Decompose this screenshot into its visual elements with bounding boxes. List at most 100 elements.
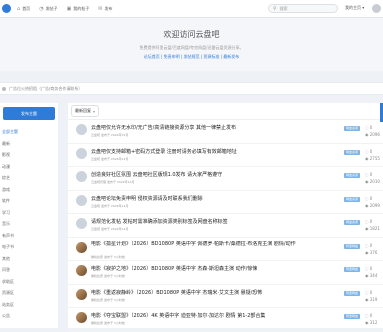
topic-title[interactable]: 电影《夺宝联盟》（2026）4K 英语中字 迪亚特·加尔·加达尔 剧情 第1-2… xyxy=(91,312,341,319)
view-count: ◉ 2099 xyxy=(365,202,380,208)
topic-meta: 撒哈拉男 发布于 3小时前 xyxy=(91,297,125,302)
sidebar-item[interactable]: 求助区 xyxy=(0,276,58,288)
sort-dropdown[interactable]: 最新回复 ▾ xyxy=(71,105,100,117)
sidebar-item[interactable]: 最新 xyxy=(0,138,58,150)
mail-icon: ✉ xyxy=(98,5,103,12)
topic-title[interactable]: 云盘吧仅允许无水印/无广告/高清链接资源分享 其他一律禁止发布 xyxy=(91,124,341,131)
avatar[interactable] xyxy=(76,124,87,135)
category-badge[interactable]: 网盘资源 xyxy=(344,220,360,225)
category-badge[interactable]: 网盘资源 xyxy=(344,126,360,131)
hero-banner: 欢迎访问云盘吧 免费提供阿里云盘/百度网盘/夸克网盘/迅雷云盘资源分享。 论坛首… xyxy=(0,18,383,71)
user-avatar[interactable] xyxy=(372,4,381,13)
category-badge[interactable]: 网盘资源 xyxy=(344,196,360,202)
view-count-value: 319 xyxy=(369,296,378,302)
ad-icon xyxy=(2,86,6,91)
sidebar: 发布主题 全部主题 最新 影视 动漫 综艺 游戏 软件 学习 音乐 有声书 电子书 其他 问答 求助区 资源… xyxy=(0,103,58,328)
avatar[interactable] xyxy=(76,194,87,206)
view-count-value: 2755 xyxy=(369,155,380,161)
sidebar-item[interactable]: 电子书 xyxy=(0,241,58,253)
reply-count-value: 0 xyxy=(369,242,373,248)
view-count: ◉ 2096 xyxy=(365,132,380,137)
view-count-value: 1821 xyxy=(369,226,380,231)
view-count-value: 344 xyxy=(369,273,378,278)
reply-count-value: 0 xyxy=(369,266,373,271)
topic-row[interactable]: 云盘吧论坛免责申明 侵权资源请及时联系我们删除 云盘吧 发布于 2024年12月 网… xyxy=(68,191,383,214)
avatar[interactable] xyxy=(76,312,87,323)
topic-title[interactable]: 请规范化发帖 发帖时需准确添加资源类别标签及网盘名称标签 xyxy=(91,218,341,225)
sidebar-item[interactable]: 动漫 xyxy=(0,161,58,173)
reply-count: ◌ 0 xyxy=(365,289,373,295)
topic-title[interactable]: 云盘吧仅支持邮箱+密码方式登录 注册时请务必填写有效邮箱地址 xyxy=(91,148,341,155)
topic-row[interactable]: 电影《孤星计划》（2026）BD1080P 英语中字 佩德罗·帕斯卡/桑德拉·布… xyxy=(68,238,383,261)
category-badge[interactable]: 阿里网盘 xyxy=(344,267,360,272)
topic-row[interactable]: 请规范化发帖 发帖时需准确添加资源类别标签及网盘名称标签 云盘吧 发布于 2024… xyxy=(68,214,383,238)
nav-item-home[interactable]: ⌂ 首页 xyxy=(17,6,30,12)
view-count: ◉ 1821 xyxy=(365,226,380,231)
avatar[interactable] xyxy=(76,218,87,229)
sidebar-item[interactable]: 其他 xyxy=(0,253,58,265)
topic-row[interactable]: 创造良好社区氛围 云盘吧社区版规1.0发布 请大家严格遵守 云盘吧管理 发布于 2… xyxy=(68,167,383,191)
sidebar-item[interactable]: 公告 xyxy=(0,310,58,322)
sidebar-item[interactable]: 有声书 xyxy=(0,230,58,242)
avatar[interactable] xyxy=(76,288,87,300)
topic-title[interactable]: 电影《孤星计划》（2026）BD1080P 英语中字 佩德罗·帕斯卡/桑德拉·布… xyxy=(91,241,341,248)
bag-icon: ▣ xyxy=(66,5,72,12)
sidebar-item[interactable]: 影视 xyxy=(0,149,58,161)
category-badge[interactable]: 网盘资源 xyxy=(344,173,360,178)
topic-list: 最新回复 ▾ 云盘吧仅允许无水印/无广告/高清链接资源分享 其他一律禁止发布 云盘吧… xyxy=(68,103,383,332)
sidebar-item[interactable]: 综艺 xyxy=(0,172,58,184)
sidebar-item[interactable]: 软件 xyxy=(0,195,58,207)
reply-count: ◌ 0 xyxy=(365,195,373,201)
view-count-value: 2010 xyxy=(369,179,380,184)
sidebar-item[interactable]: 资源区 xyxy=(0,287,58,299)
sidebar-item[interactable]: 问答 xyxy=(0,264,58,276)
topic-title[interactable]: 电影《重返寂静岭》（2026）BD1080P 英语中字 杰瑞米·艾文主演 悬疑/… xyxy=(91,289,341,296)
category-badge[interactable]: 网盘资源 xyxy=(344,149,360,155)
nav-item-my-posts[interactable]: ▣ 我的帖子 xyxy=(67,6,90,12)
search-input[interactable]: ⚲ 搜索 xyxy=(268,4,338,13)
avatar[interactable] xyxy=(76,265,87,276)
nav-label: 发帖子 xyxy=(45,5,58,11)
avatar[interactable] xyxy=(76,241,87,253)
topic-row[interactable]: 电影《寂护之地》（2026）BD1080P 英语中字 杰森·斯坦森主演 动作/惊… xyxy=(68,261,383,285)
avatar[interactable] xyxy=(76,171,87,182)
view-count: ◉ 2755 xyxy=(365,155,380,161)
category-badge[interactable]: 阿里网盘 xyxy=(344,314,360,319)
site-logo[interactable] xyxy=(2,4,11,13)
view-count-value: 2099 xyxy=(369,202,380,208)
category-badge[interactable]: 阿里网盘 xyxy=(344,290,360,296)
post-topic-button[interactable]: 发布主题 xyxy=(3,107,55,120)
hero-links[interactable]: 论坛首页 | 免责申明 | 发帖规范 | 资源标准 | 最新发布 xyxy=(0,54,383,60)
sidebar-item[interactable]: 游戏 xyxy=(0,184,58,196)
topic-meta: 云盘吧 发布于 2024年12月 xyxy=(91,227,129,231)
reply-count-value: 0 xyxy=(369,148,373,154)
topic-row[interactable]: 云盘吧仅支持邮箱+密码方式登录 注册时请务必填写有效邮箱地址 云盘吧 发布于 20… xyxy=(68,144,383,167)
topic-row[interactable]: 云盘吧仅允许无水印/无广告/高清链接资源分享 其他一律禁止发布 云盘吧 发布于 2… xyxy=(68,120,383,144)
topic-title[interactable]: 云盘吧论坛免责申明 侵权资源请及时联系我们删除 xyxy=(91,195,341,202)
reply-count: ◌ 0 xyxy=(365,148,373,154)
ad-banner[interactable]: 广告位火热招租（广告/商务合作请联系） xyxy=(0,82,383,95)
view-count-value: 2096 xyxy=(369,132,380,137)
nav-item-publish[interactable]: ✉ 发布 xyxy=(98,6,112,12)
topic-meta: 云盘吧 发布于 2024年12月 xyxy=(91,156,129,161)
chevron-down-icon: ▾ xyxy=(93,108,96,114)
topic-meta: 撒哈拉男 发布于 3小时前 xyxy=(91,274,125,278)
sidebar-item[interactable]: 音乐 xyxy=(0,218,58,230)
sidebar-list: 全部主题 最新 影视 动漫 综艺 游戏 软件 学习 音乐 有声书 电子书 其他 问答 求助区 资源区 站务区公… xyxy=(0,126,58,322)
sidebar-item[interactable]: 站务区 xyxy=(0,299,58,311)
topic-meta: 撒哈拉男 发布于 3小时前 xyxy=(91,321,125,325)
nav-item-post[interactable]: ◔ 发帖子 xyxy=(39,6,57,12)
reply-count-value: 0 xyxy=(369,289,373,295)
top-nav-bar: ⌂ 首页 ◔ 发帖子 ▣ 我的帖子 ✉ 发布 ⚲ 搜索 我的主页 ▾ xyxy=(0,0,383,18)
category-badge[interactable]: 阿里网盘 xyxy=(344,243,360,249)
sidebar-item[interactable]: 学习 xyxy=(0,207,58,219)
topic-title[interactable]: 创造良好社区氛围 云盘吧社区版规1.0发布 请大家严格遵守 xyxy=(91,171,341,178)
reply-count: ◌ 0 xyxy=(365,242,373,248)
sidebar-item[interactable]: 全部主题 xyxy=(0,126,58,138)
topic-title[interactable]: 电影《寂护之地》（2026）BD1080P 英语中字 杰森·斯坦森主演 动作/惊… xyxy=(91,265,341,272)
chat-icon: ◔ xyxy=(39,5,44,12)
user-menu[interactable]: 我的主页 ▾ xyxy=(345,5,364,11)
avatar[interactable] xyxy=(76,147,87,159)
topic-row[interactable]: 电影《重返寂静岭》（2026）BD1080P 英语中字 杰瑞米·艾文主演 悬疑/… xyxy=(68,285,383,308)
search-icon: ⚲ xyxy=(273,5,277,12)
